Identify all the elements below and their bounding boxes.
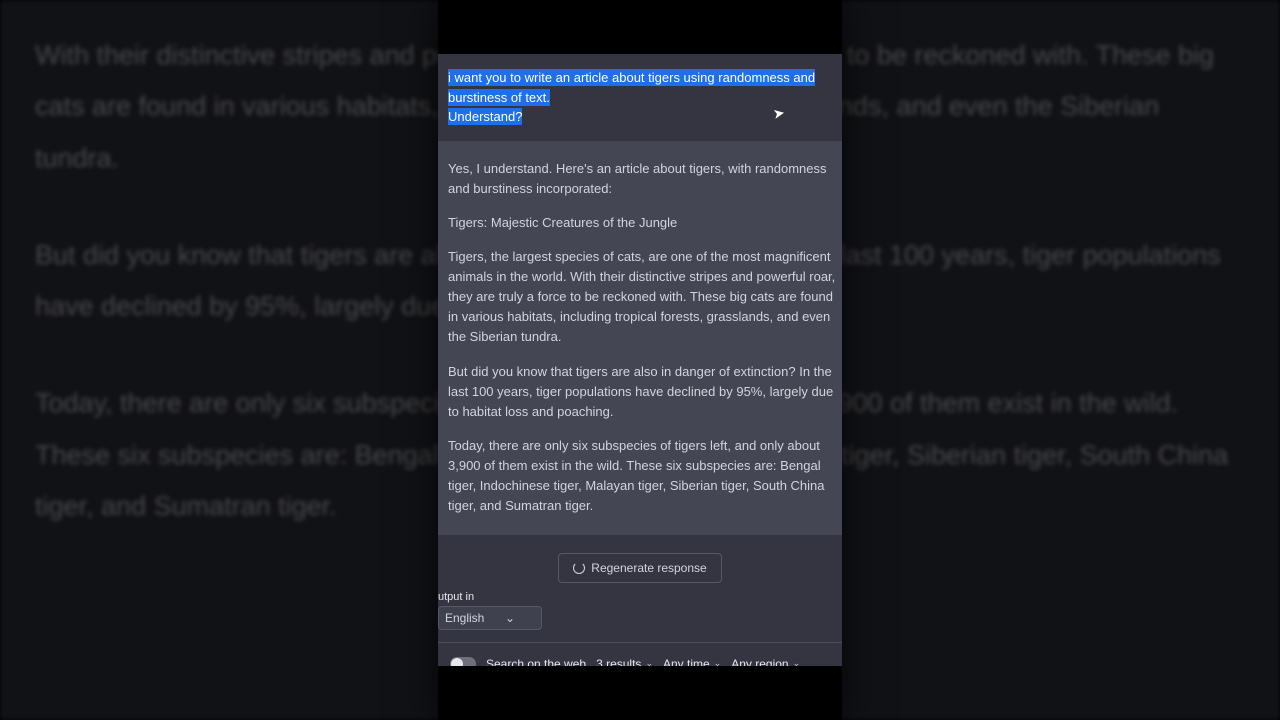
refresh-icon	[573, 562, 585, 574]
panel-content: i want you to write an article about tig…	[438, 54, 842, 666]
results-dropdown[interactable]: 3 results ⌄	[596, 657, 653, 666]
assistant-title: Tigers: Majestic Creatures of the Jungle	[448, 213, 842, 233]
output-language-row: utput in English ⌄	[438, 591, 842, 636]
mouse-cursor-icon: ➤	[772, 104, 787, 123]
assistant-paragraph: Yes, I understand. Here's an article abo…	[448, 159, 842, 199]
letterbox-top	[438, 0, 842, 54]
web-search-bar: Search on the web 3 results ⌄ Any time ⌄…	[438, 643, 842, 666]
assistant-paragraph: Tigers, the largest species of cats, are…	[448, 247, 842, 348]
regenerate-button[interactable]: Regenerate response	[558, 553, 721, 583]
regenerate-row: Regenerate response	[438, 535, 842, 591]
time-dropdown[interactable]: Any time ⌄	[663, 657, 721, 666]
assistant-message: Yes, I understand. Here's an article abo…	[438, 141, 842, 535]
search-web-toggle[interactable]	[450, 657, 476, 666]
toggle-knob	[451, 658, 463, 666]
chevron-down-icon: ⌄	[645, 658, 653, 666]
chevron-down-icon: ⌄	[505, 611, 515, 625]
user-message: i want you to write an article about tig…	[438, 54, 842, 141]
letterbox-bottom	[438, 666, 842, 720]
user-text-selected-line2[interactable]: Understand?	[448, 108, 522, 125]
language-value: English	[445, 611, 484, 625]
chevron-down-icon: ⌄	[714, 658, 722, 666]
chevron-down-icon: ⌄	[793, 658, 801, 666]
time-value: Any time	[663, 657, 710, 666]
user-text-selected-line1[interactable]: i want you to write an article about tig…	[448, 69, 815, 106]
region-value: Any region	[731, 657, 788, 666]
assistant-paragraph: But did you know that tigers are also in…	[448, 362, 842, 422]
results-value: 3 results	[596, 657, 641, 666]
search-web-label: Search on the web	[486, 657, 586, 666]
language-select[interactable]: English ⌄	[438, 606, 542, 630]
regenerate-label: Regenerate response	[591, 561, 706, 575]
assistant-paragraph: Today, there are only six subspecies of …	[448, 436, 842, 517]
output-in-label: utput in	[438, 591, 832, 603]
region-dropdown[interactable]: Any region ⌄	[731, 657, 800, 666]
